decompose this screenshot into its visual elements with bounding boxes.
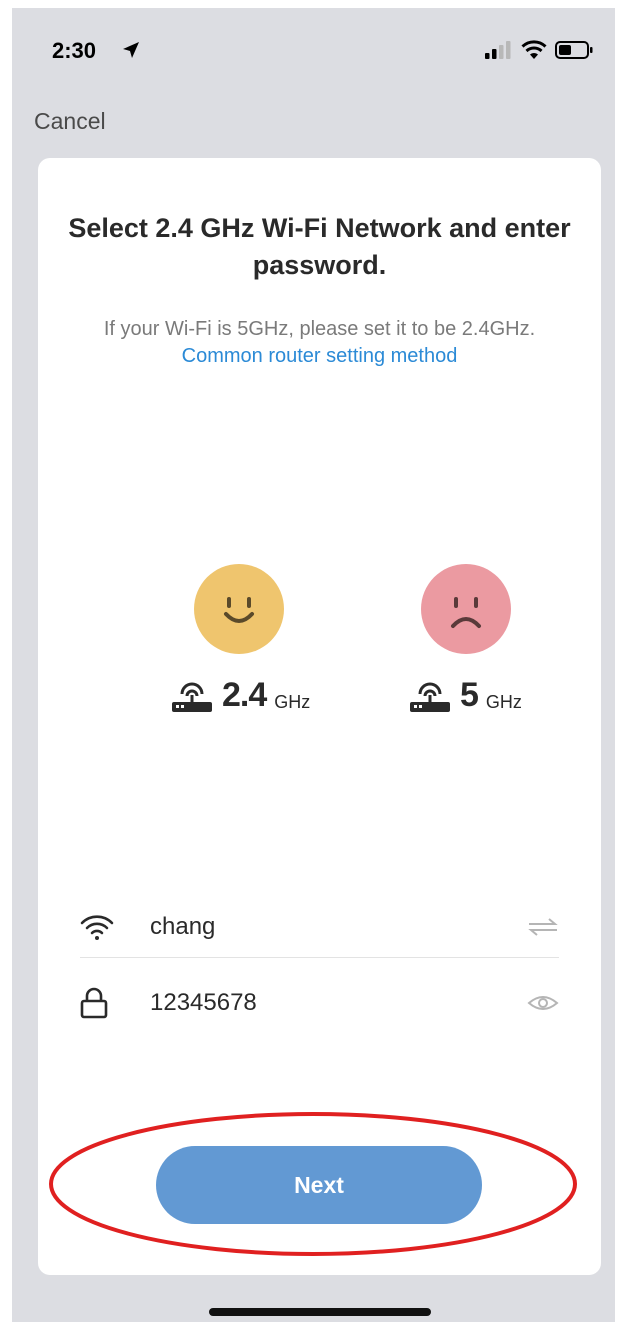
band-unit: GHz <box>485 692 522 712</box>
band-number: 2.4 <box>222 676 267 714</box>
smile-face-icon <box>194 564 284 654</box>
home-indicator <box>209 1308 431 1316</box>
lock-icon <box>80 987 108 1019</box>
wifi-icon <box>80 914 114 940</box>
phone-screen: 2:30 Cancel Select 2.4 GHz Wi-Fi Network… <box>12 8 615 1322</box>
band-5ghz: 5 GHz <box>408 678 522 712</box>
wifi-password-field[interactable]: 12345678 <box>150 989 519 1017</box>
router-setting-link[interactable]: Common router setting method <box>182 345 458 367</box>
next-button[interactable]: Next <box>156 1146 482 1224</box>
wifi-ssid-field[interactable]: chang <box>150 913 519 941</box>
wifi-ssid-row[interactable]: chang <box>80 896 559 958</box>
subtitle: If your Wi-Fi is 5GHz, please set it to … <box>78 316 561 370</box>
switch-network-icon[interactable] <box>519 917 559 937</box>
status-icons <box>485 40 593 60</box>
status-time: 2:30 <box>52 38 97 63</box>
page-title: Select 2.4 GHz Wi-Fi Network and enter p… <box>68 213 571 280</box>
wifi-setup-card: Select 2.4 GHz Wi-Fi Network and enter p… <box>38 158 601 1275</box>
eye-icon[interactable] <box>519 993 559 1013</box>
location-arrow-icon <box>123 42 139 58</box>
cancel-button[interactable]: Cancel <box>34 108 106 135</box>
subtitle-text: If your Wi-Fi is 5GHz, please set it to … <box>103 318 536 340</box>
band-unit: GHz <box>274 692 311 712</box>
sad-face-icon <box>421 564 511 654</box>
router-icon <box>410 682 450 712</box>
router-icon <box>172 682 212 712</box>
band-2-4ghz: 2.4 GHz <box>170 678 310 712</box>
wifi-icon <box>521 40 547 59</box>
signal-icon <box>485 41 511 59</box>
wifi-password-row[interactable]: 12345678 <box>80 972 559 1034</box>
battery-icon <box>555 41 593 59</box>
band-number: 5 <box>460 676 479 714</box>
